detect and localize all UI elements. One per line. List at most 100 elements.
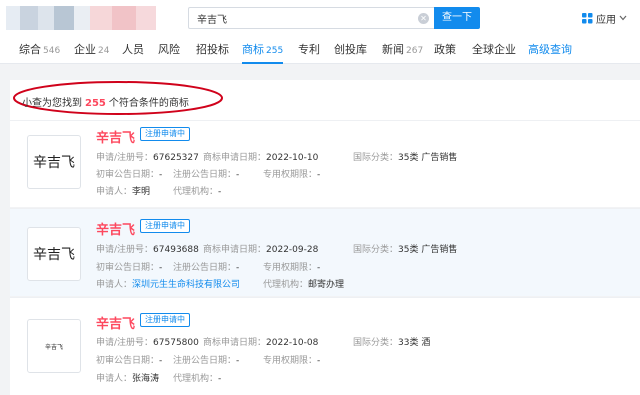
tab-risk[interactable]: 风险 [158,38,180,64]
tab-news[interactable]: 新闻 267 [382,38,423,64]
tab-global[interactable]: 全球企业 [472,38,516,64]
applicant-value: 张海涛 [132,374,160,384]
field-label: 专用权期限： [263,170,318,180]
field-label: 国际分类： [353,338,399,348]
tab-patent[interactable]: 专利 [298,38,320,64]
intl-class-field: 国际分类：35类 广告销售 [353,242,457,255]
agency-field: 代理机构：- [173,184,221,197]
field-value: 35类 广告销售 [398,153,458,163]
field-label: 专用权期限： [263,263,318,273]
trademark-card[interactable]: 辛吉飞 辛吉飞 注册申请中 申请/注册号：67625327 商标申请日期：202… [10,120,640,207]
search-button[interactable]: 查一下 [434,7,480,29]
result-count-text: 小查为您找到 255 个符合条件的商标 [22,94,189,109]
field-label: 商标申请日期： [203,245,267,255]
trademark-card[interactable]: 辛吉飞 辛吉飞 注册申请中 申请/注册号：67575800 商标申请日期：202… [10,297,640,395]
clear-icon[interactable]: ✕ [418,13,429,24]
field-value: 67493688 [153,245,199,255]
trademark-image: 辛吉飞 [27,135,81,189]
category-tabs: 综合 546 企业 24 人员 风险 招投标 商标 255 专利 创投库 新闻 267 … [0,38,640,64]
trademark-name[interactable]: 辛吉飞 [96,313,135,332]
result-suffix: 个符合条件的商标 [108,98,189,109]
blur-block [90,6,112,30]
tab-label: 高级查询 [528,43,572,56]
field-value: 2022-10-10 [266,153,319,163]
trademark-image-text: 辛吉飞 [33,155,75,171]
blur-block [6,6,20,30]
tab-bidding[interactable]: 招投标 [196,38,229,64]
trademark-name[interactable]: 辛吉飞 [96,219,135,238]
blur-block [136,6,156,30]
tab-trademark[interactable]: 商标 255 [242,38,284,64]
exclusive-period-field: 专用权期限：- [263,260,320,273]
tab-advanced-search[interactable]: 高级查询 [528,38,572,64]
tab-label: 风险 [158,43,180,56]
tab-count: 24 [98,46,110,56]
tab-enterprise[interactable]: 企业 24 [74,38,109,64]
tab-people[interactable]: 人员 [122,38,144,64]
tab-label: 全球企业 [472,43,516,56]
field-value: 33类 酒 [398,338,431,348]
first-notice-field: 初审公告日期：- [96,260,162,273]
field-value: - [236,356,240,366]
tab-label: 企业 [74,43,96,56]
field-value: - [159,170,163,180]
field-label: 国际分类： [353,153,399,163]
field-value: 2022-09-28 [266,245,319,255]
trademark-name[interactable]: 辛吉飞 [96,127,135,146]
exclusive-period-field: 专用权期限：- [263,167,320,180]
field-label: 初审公告日期： [96,263,160,273]
field-label: 申请人： [96,187,133,197]
field-label: 申请/注册号： [96,338,154,348]
tab-label: 创投库 [334,43,367,56]
reg-no-field: 申请/注册号：67625327 [96,150,199,163]
status-badge: 注册申请中 [140,313,190,327]
tab-label: 政策 [434,43,456,56]
field-label: 商标申请日期： [203,338,267,348]
field-label: 申请人： [96,280,133,290]
apply-date-field: 商标申请日期：2022-09-28 [203,242,318,255]
tab-label: 招投标 [196,43,229,56]
tab-venture[interactable]: 创投库 [334,38,367,64]
status-badge: 注册申请中 [140,219,190,233]
tab-label: 商标 [242,43,264,56]
app-menu-label: 应用 [596,14,616,26]
status-badge: 注册申请中 [140,127,190,141]
applicant-value: 李明 [132,187,151,197]
field-value: - [218,187,222,197]
field-value: - [236,263,240,273]
tab-label: 综合 [19,43,41,56]
tab-label: 专利 [298,43,320,56]
field-value: - [159,356,163,366]
trademark-card[interactable]: 辛吉飞 辛吉飞 注册申请中 申请/注册号：67493688 商标申请日期：202… [10,208,640,296]
top-header: ✕ 查一下 应用 [0,0,640,38]
agency-field: 代理机构：邮寄办理 [263,277,344,290]
field-label: 注册公告日期： [173,263,237,273]
tab-count: 255 [266,46,284,56]
field-label: 注册公告日期： [173,356,237,366]
field-label: 注册公告日期： [173,170,237,180]
field-value: 2022-10-08 [266,338,319,348]
field-label: 申请/注册号： [96,153,154,163]
exclusive-period-field: 专用权期限：- [263,353,320,366]
blur-block [54,6,74,30]
search-input[interactable] [189,8,414,28]
blur-block [112,6,136,30]
intl-class-field: 国际分类：33类 酒 [353,335,430,348]
applicant-field: 申请人：张海涛 [96,371,159,384]
applicant-link[interactable]: 深圳元生生命科技有限公司 [132,280,240,290]
trademark-image-text: 辛吉飞 [33,247,75,263]
field-label: 初审公告日期： [96,170,160,180]
field-value: - [218,374,222,384]
field-label: 国际分类： [353,245,399,255]
trademark-image-text: 辛吉飞 [44,343,63,351]
field-label: 代理机构： [263,280,309,290]
tab-general[interactable]: 综合 546 [19,38,60,64]
app-menu[interactable]: 应用 [582,11,627,26]
first-notice-field: 初审公告日期：- [96,353,162,366]
field-value: 邮寄办理 [308,280,345,290]
field-label: 初审公告日期： [96,356,160,366]
tab-policy[interactable]: 政策 [434,38,456,64]
field-label: 商标申请日期： [203,153,267,163]
field-value: - [236,170,240,180]
field-value: 35类 广告销售 [398,245,458,255]
